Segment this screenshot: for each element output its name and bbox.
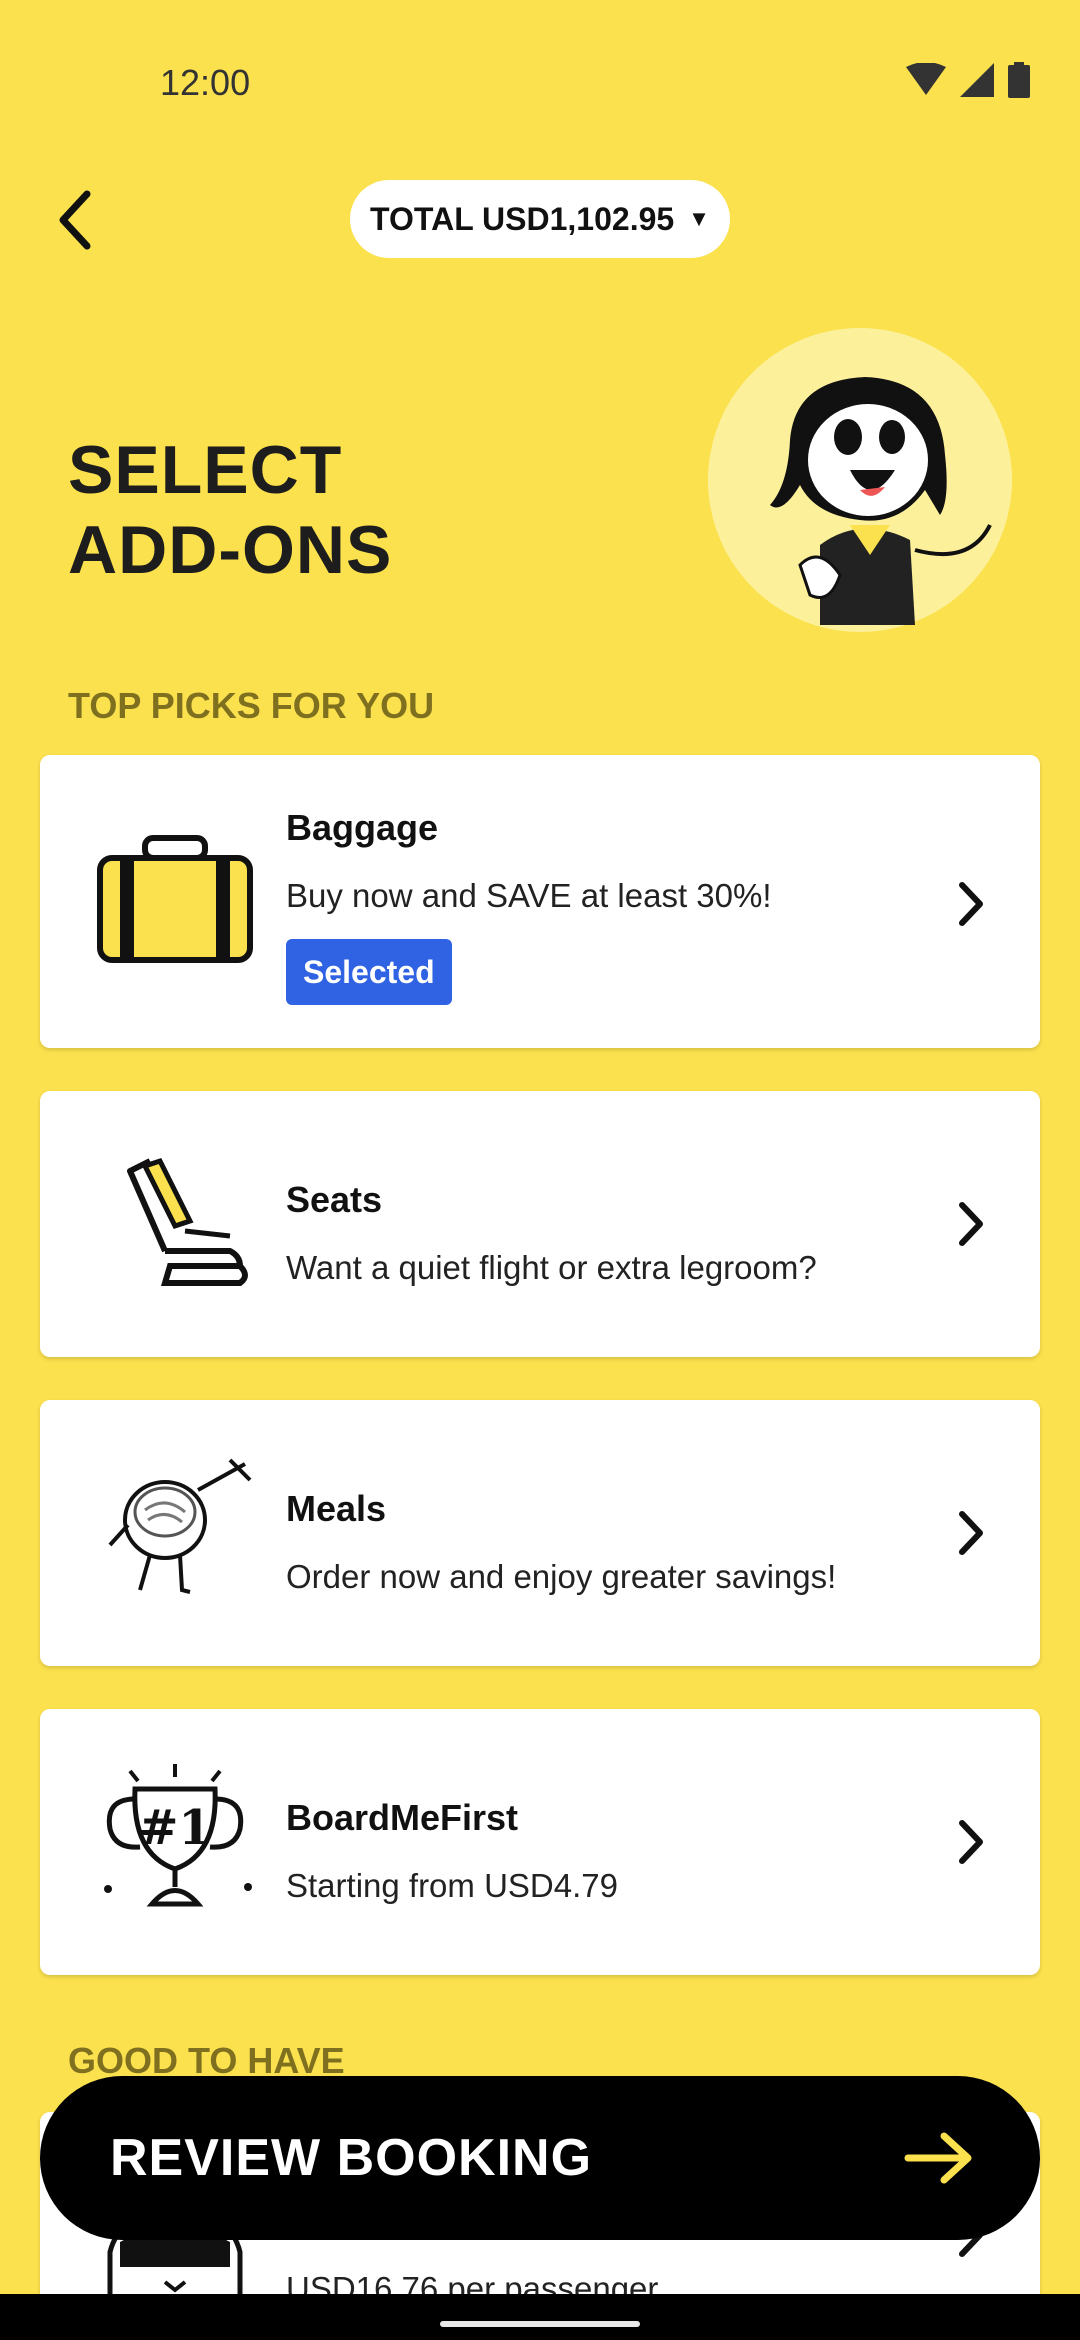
addon-title: Meals <box>286 1488 387 1529</box>
selected-badge: Selected <box>286 939 452 1005</box>
section-header-top-picks: TOP PICKS FOR YOU <box>68 685 435 726</box>
addon-card-boardmefirst[interactable]: #1 BoardMeFirst Starting from USD4.79 <box>40 1709 1040 1975</box>
baggage-icon <box>97 835 253 963</box>
page-title: SELECT ADD-ONS <box>68 430 392 590</box>
addon-description: Buy now and SAVE at least 30%! <box>286 877 772 914</box>
caret-down-icon: ▼ <box>688 206 710 231</box>
total-price-dropdown[interactable]: TOTAL USD1,102.95 ▼ <box>350 180 730 258</box>
page-title-line1: SELECT <box>68 432 343 508</box>
status-time: 12:00 <box>160 62 251 103</box>
addon-card-meals[interactable]: Meals Order now and enjoy greater saving… <box>40 1400 1040 1666</box>
meal-icon <box>108 1458 252 1594</box>
status-bar: 12:00 <box>0 0 1080 170</box>
addon-card-seats[interactable]: Seats Want a quiet flight or extra legro… <box>40 1091 1040 1357</box>
home-gesture-handle[interactable] <box>440 2321 640 2327</box>
svg-text:#1: #1 <box>138 1800 212 1856</box>
wifi-icon <box>906 63 946 95</box>
mascot-illustration <box>708 328 1012 632</box>
addon-description: Order now and enjoy greater savings! <box>286 1558 837 1595</box>
system-nav-bar <box>0 2294 1080 2340</box>
addon-card-baggage[interactable]: Baggage Buy now and SAVE at least 30%! S… <box>40 755 1040 1048</box>
chevron-right-icon <box>959 1511 983 1555</box>
battery-icon <box>1008 62 1030 98</box>
chevron-right-icon <box>959 1202 983 1246</box>
back-button[interactable] <box>40 180 110 260</box>
arrow-right-icon <box>904 2132 972 2184</box>
addon-title: Baggage <box>286 807 439 848</box>
trophy-icon: #1 <box>104 1764 252 1907</box>
chevron-right-icon <box>959 882 983 926</box>
review-booking-label: REVIEW BOOKING <box>110 2129 593 2187</box>
chevron-right-icon <box>959 1820 983 1864</box>
signal-icon <box>960 63 994 97</box>
back-arrow-icon <box>59 190 91 250</box>
addon-title: BoardMeFirst <box>286 1797 519 1838</box>
addon-title: Seats <box>286 1179 383 1220</box>
addon-description: Want a quiet flight or extra legroom? <box>286 1249 817 1286</box>
total-price-label: TOTAL USD1,102.95 <box>370 200 675 237</box>
addon-description: Starting from USD4.79 <box>286 1867 618 1904</box>
page-title-line2: ADD-ONS <box>68 512 393 588</box>
seat-icon <box>127 1157 248 1286</box>
status-icons <box>906 62 1030 98</box>
review-booking-button[interactable]: REVIEW BOOKING <box>40 2076 1040 2240</box>
